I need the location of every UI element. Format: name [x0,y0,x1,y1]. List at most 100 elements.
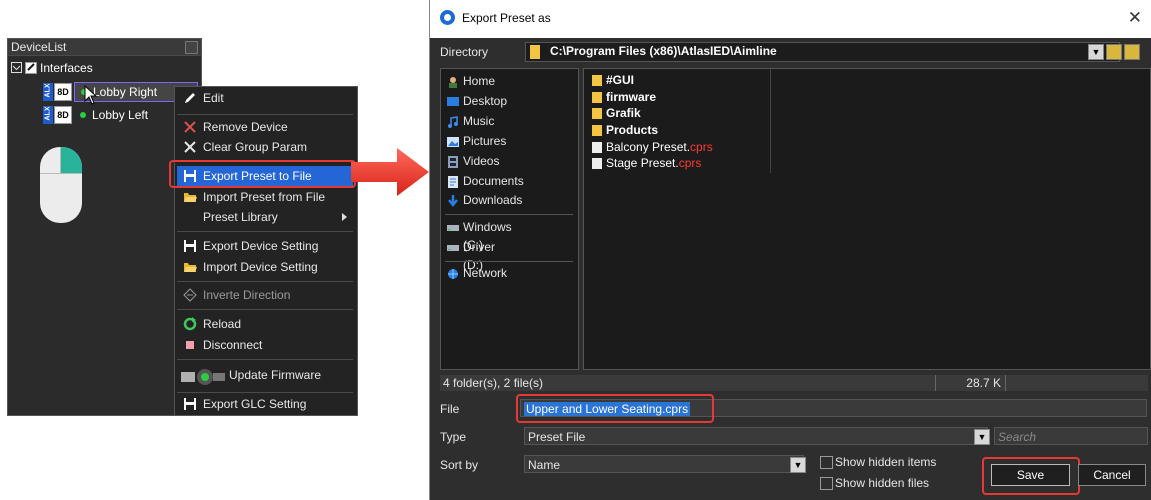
directory-label: Directory [440,45,489,59]
menu-item-inverte-direction[interactable]: Inverte Direction [177,285,353,305]
device-name: Lobby Right [93,85,158,99]
menu-separator [177,359,353,360]
app-logo-icon [440,10,455,25]
alx-badge: ALX [43,83,53,101]
menu-item-clear-group-param[interactable]: Clear Group Param [177,137,353,157]
sortby-select[interactable]: Name [524,455,804,473]
show-hidden-files-label: Show hidden files [835,476,930,490]
type-value: Preset File [528,430,586,444]
device-code-badge: 8D [54,106,72,124]
invert-icon [183,288,197,302]
menu-item-export-device-setting[interactable]: Export Device Setting [177,236,353,256]
folder-icon [592,108,602,119]
x-icon [183,120,197,134]
pencil-icon [183,91,197,105]
show-hidden-items-label: Show hidden items [835,455,937,469]
callout-export-preset [169,160,356,188]
device-list-title-text: DeviceList [11,40,67,54]
places-separator [445,214,573,215]
file-icon [592,142,602,153]
interfaces-icon [25,62,37,74]
x-icon [183,140,197,154]
menu-separator [177,114,353,115]
panel-minimize-icon[interactable] [185,41,198,54]
downloads-icon [447,194,459,208]
videos-icon [447,155,459,168]
submenu-arrow-icon [342,213,347,221]
file-label: File [440,402,460,416]
status-bar: 4 folder(s), 2 file(s) 28.7 K [440,375,1148,391]
dialog-title: Export Preset as [462,11,551,25]
menu-item-export-glc-setting[interactable]: Export GLC Setting [177,394,353,414]
search-input[interactable]: Search [994,427,1148,445]
menu-item-update-firmware[interactable]: Update Firmware [177,365,353,389]
status-count: 4 folder(s), 2 file(s) [440,375,936,391]
new-folder-icon[interactable] [1124,44,1140,60]
pictures-icon [447,135,459,147]
folder-up-icon[interactable] [1106,44,1122,60]
dialog-titlebar: Export Preset as ✕ [430,0,1151,38]
mouse-cursor-icon [84,85,98,105]
drive-icon [447,241,459,253]
network-icon [447,267,459,279]
show-hidden-files-checkbox[interactable] [820,477,833,490]
right-click-mouse-icon [40,147,82,223]
alx-badge: ALX [43,106,53,124]
music-icon [447,115,459,128]
type-select[interactable]: Preset File [524,427,988,445]
menu-item-reload[interactable]: Reload [177,314,353,334]
tree-root-label: Interfaces [40,61,93,75]
menu-item-import-preset-from-file[interactable]: Import Preset from File [177,187,353,207]
menu-separator [177,309,353,310]
menu-item-preset-library[interactable]: Preset Library [177,207,353,227]
menu-item-edit[interactable]: Edit [177,88,353,108]
big-red-arrow-icon [351,148,429,196]
chevron-down-icon[interactable]: ▼ [790,457,806,473]
file-list: #GUI firmware Grafik Products Balcony Pr… [583,68,1151,370]
chevron-down-icon[interactable]: ▼ [1088,44,1104,60]
folder-icon [592,125,602,136]
chevron-down-icon[interactable]: ▼ [974,429,990,445]
column-divider [770,69,771,173]
folder-icon [592,75,602,86]
home-icon [447,75,459,88]
status-dot [80,112,86,118]
device-list-panel: DeviceList Interfaces ALX 8D Lobby Right… [7,38,202,416]
menu-item-remove-device[interactable]: Remove Device [177,117,353,137]
menu-separator [177,281,353,282]
directory-value: C:\Program Files (x86)\AtlasIED\Aimline [550,44,777,58]
desktop-icon [447,95,459,107]
floppy-icon [183,397,197,411]
open-folder-icon [183,190,197,204]
device-name: Lobby Left [92,108,149,122]
file-icon [592,158,602,169]
menu-separator [177,392,353,393]
sortby-value: Name [528,458,561,472]
callout-file-name [516,394,714,423]
folder-icon [530,45,540,59]
device-code-badge: 8D [54,83,72,101]
stop-icon [183,338,197,352]
show-hidden-items-checkbox[interactable] [820,456,833,469]
firmware-icon [181,367,225,387]
type-label: Type [440,430,467,444]
export-preset-dialog: Export Preset as ✕ Directory C:\Program … [429,0,1151,500]
context-menu: Edit Remove Device Clear Group Param Exp… [174,86,358,416]
documents-icon [447,175,459,188]
floppy-icon [183,239,197,253]
menu-separator [177,231,353,232]
device-list-title: DeviceList [8,39,201,56]
close-icon[interactable]: ✕ [1128,8,1142,28]
cancel-button[interactable]: Cancel [1078,464,1146,486]
directory-combo[interactable]: C:\Program Files (x86)\AtlasIED\Aimline [525,42,1120,62]
callout-save [982,457,1080,495]
menu-item-disconnect[interactable]: Disconnect [177,335,353,355]
places-separator [445,261,573,262]
collapse-icon[interactable] [11,62,22,73]
drive-icon [447,221,459,233]
menu-item-import-device-setting[interactable]: Import Device Setting [177,257,353,277]
reload-icon [183,317,197,331]
open-folder-icon [183,260,197,274]
sortby-label: Sort by [440,458,479,472]
status-size: 28.7 K [936,375,1006,391]
